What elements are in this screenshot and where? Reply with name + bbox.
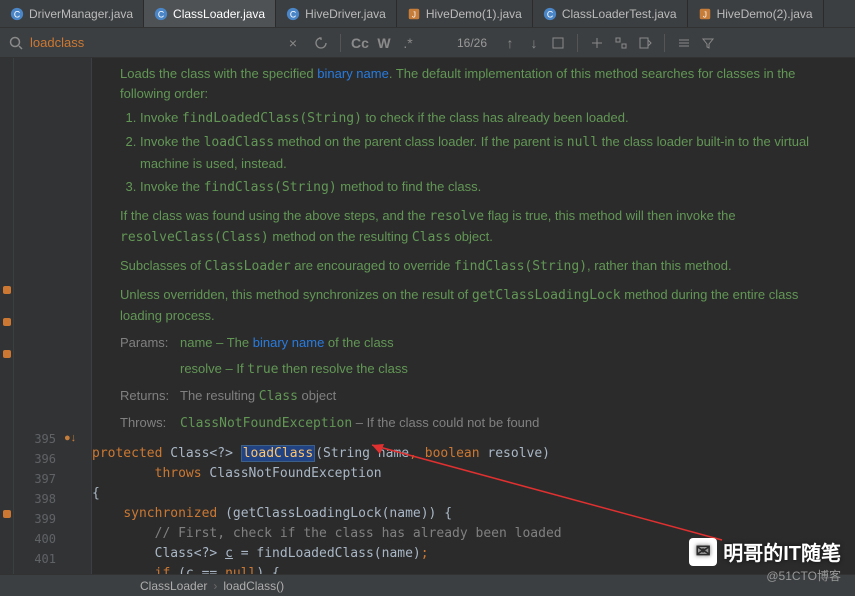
class-icon: C (10, 7, 24, 21)
match-case-button[interactable]: Cc (349, 32, 371, 54)
breadcrumb-item[interactable]: loadClass() (223, 579, 284, 593)
doc-link[interactable]: getClassLoadingLock (472, 288, 621, 303)
line-number: 401 (14, 549, 56, 569)
doc-link[interactable]: ClassNotFoundException (180, 416, 352, 431)
class-icon: C (154, 7, 168, 21)
tab-drivermanager[interactable]: C DriverManager.java (0, 0, 144, 27)
svg-text:J: J (703, 10, 707, 19)
svg-text:C: C (158, 9, 164, 19)
line-number: 399 (14, 509, 56, 529)
export-results-icon[interactable] (634, 32, 656, 54)
find-count: 16/26 (457, 36, 487, 50)
line-number: 398 (14, 489, 56, 509)
words-button[interactable]: W (373, 32, 395, 54)
doc-link[interactable]: findLoadedClass(String) (182, 111, 362, 126)
tab-label: HiveDemo(1).java (426, 7, 522, 21)
watermark: ✉ 明哥的IT随笔 (689, 537, 841, 566)
doc-link[interactable]: binary name (253, 335, 325, 350)
select-all-icon[interactable] (547, 32, 569, 54)
editor: 395 396 397 398 399 400 401 ●↓ Loads the… (0, 58, 855, 574)
tab-label: HiveDriver.java (305, 7, 386, 21)
line-number: 395 (14, 429, 56, 449)
tab-hivedemo1[interactable]: J HiveDemo(1).java (397, 0, 533, 27)
history-icon[interactable] (310, 32, 332, 54)
gutter-marks (0, 58, 14, 574)
settings-icon[interactable] (673, 32, 695, 54)
doc-link[interactable]: findClass(String) (204, 180, 337, 195)
svg-text:J: J (412, 10, 416, 19)
watermark-sub: @51CTO博客 (766, 567, 841, 584)
close-find-icon[interactable]: × (282, 32, 304, 54)
svg-text:C: C (547, 9, 553, 19)
line-number: 397 (14, 469, 56, 489)
search-icon (8, 35, 24, 51)
wechat-icon: ✉ (689, 538, 717, 566)
tab-hivedemo2[interactable]: J HiveDemo(2).java (688, 0, 824, 27)
find-input[interactable] (30, 35, 260, 50)
next-match-icon[interactable]: ↓ (523, 32, 545, 54)
line-gutter: 395 396 397 398 399 400 401 (14, 58, 64, 574)
code-area[interactable]: Loads the class with the specified binar… (92, 58, 855, 574)
method-name-highlight: loadClass (241, 445, 315, 462)
class-icon: C (543, 7, 557, 21)
find-bar: × Cc W .* 16/26 ↑ ↓ (0, 28, 855, 58)
tab-classloadertest[interactable]: C ClassLoaderTest.java (533, 0, 688, 27)
tab-classloader[interactable]: C ClassLoader.java (144, 0, 276, 27)
tab-label: HiveDemo(2).java (717, 7, 813, 21)
java-icon: J (698, 7, 712, 21)
editor-tabs: CDriverManager.java CClassLoader.java CH… (0, 0, 855, 28)
tab-hivedriver[interactable]: C HiveDriver.java (276, 0, 397, 27)
tab-label: ClassLoaderTest.java (562, 7, 677, 21)
regex-button[interactable]: .* (397, 32, 419, 54)
doc-link[interactable]: binary name (317, 66, 389, 81)
svg-text:C: C (14, 9, 20, 19)
tab-label: ClassLoader.java (173, 7, 265, 21)
fold-column: ●↓ (64, 58, 78, 574)
breadcrumb-item[interactable]: ClassLoader (140, 579, 207, 593)
tab-label: DriverManager.java (29, 7, 133, 21)
line-number: 396 (14, 449, 56, 469)
class-icon: C (286, 7, 300, 21)
doc-link[interactable]: resolveClass(Class) (120, 230, 269, 245)
filter-icon[interactable] (697, 32, 719, 54)
svg-text:C: C (290, 9, 296, 19)
java-icon: J (407, 7, 421, 21)
breadcrumb: ClassLoader › loadClass() (0, 574, 855, 596)
doc-link[interactable]: findClass(String) (454, 259, 587, 274)
indent-guides (78, 58, 92, 574)
javadoc: Loads the class with the specified binar… (92, 58, 855, 444)
line-number: 400 (14, 529, 56, 549)
chevron-right-icon: › (213, 579, 217, 593)
select-occurrences-icon[interactable] (610, 32, 632, 54)
add-selection-icon[interactable] (586, 32, 608, 54)
prev-match-icon[interactable]: ↑ (499, 32, 521, 54)
